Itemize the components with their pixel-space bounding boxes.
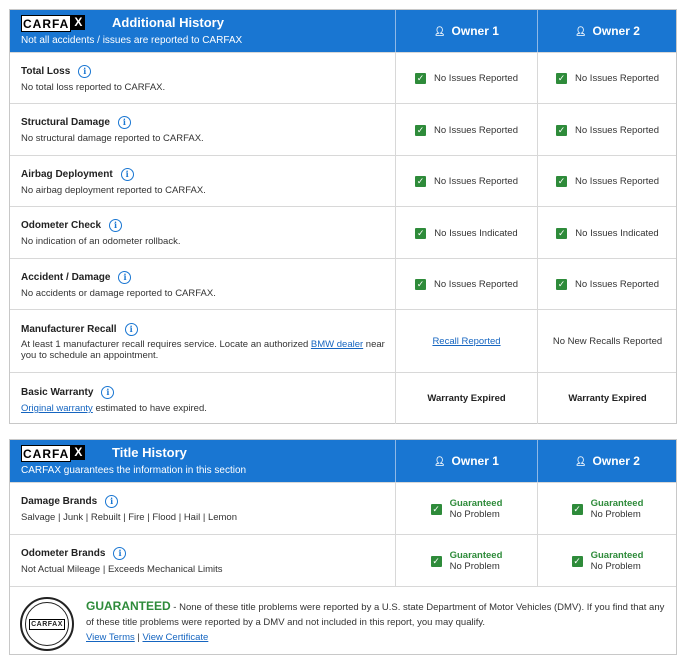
person-icon: 👤︎ bbox=[434, 455, 446, 466]
title-history-section: CARFA X Title History CARFAX guarantees … bbox=[9, 439, 677, 655]
check-icon: ✓ bbox=[556, 279, 568, 290]
table-row: Airbag Deployment i No airbag deployment … bbox=[10, 155, 676, 207]
section-subtitle: CARFAX guarantees the information in thi… bbox=[21, 465, 247, 476]
info-icon[interactable]: i bbox=[113, 547, 127, 560]
additional-history-section: CARFA X Additional History Not all accid… bbox=[9, 9, 677, 424]
table-row: Structural Damage i No structural damage … bbox=[10, 103, 676, 156]
owner-2-header: 👤︎ Owner 2 bbox=[537, 440, 677, 482]
title-history-header: CARFA X Title History CARFAX guarantees … bbox=[10, 440, 676, 482]
person-icon: 👤︎ bbox=[434, 25, 446, 36]
check-icon: ✓ bbox=[415, 227, 427, 239]
info-icon[interactable]: i bbox=[118, 271, 132, 284]
guarantee-footer: CARFAX GUARANTEED - None of these title … bbox=[10, 586, 676, 655]
check-icon: ✓ bbox=[556, 176, 568, 187]
person-icon: 👤︎ bbox=[575, 25, 587, 36]
table-row-warranty: Basic Warranty i Original warranty estima… bbox=[10, 372, 676, 424]
check-icon: ✓ bbox=[571, 503, 583, 515]
original-warranty-link[interactable]: Original warranty bbox=[21, 403, 93, 414]
carfax-logo: CARFA X bbox=[21, 445, 86, 462]
table-row-recall: Manufacturer Recall i At least 1 manufact… bbox=[10, 309, 676, 373]
info-icon[interactable]: i bbox=[109, 219, 123, 232]
recall-reported-link[interactable]: Recall Reported bbox=[432, 336, 500, 347]
guaranteed-label: GUARANTEED bbox=[86, 599, 171, 613]
info-icon[interactable]: i bbox=[124, 323, 138, 336]
check-icon: ✓ bbox=[430, 503, 442, 515]
table-row: Accident / Damage i No accidents or damag… bbox=[10, 258, 676, 310]
table-row: Odometer Brands i Not Actual Mileage | Ex… bbox=[10, 534, 676, 587]
section-subtitle: Not all accidents / issues are reported … bbox=[21, 35, 243, 46]
check-icon: ✓ bbox=[415, 176, 427, 187]
owner-1-header: 👤︎ Owner 1 bbox=[395, 10, 537, 52]
buyback-guarantee-seal: CARFAX bbox=[20, 597, 74, 651]
section-title: Additional History bbox=[112, 15, 224, 30]
bmw-dealer-link[interactable]: BMW dealer bbox=[311, 339, 363, 350]
view-certificate-link[interactable]: View Certificate bbox=[143, 632, 209, 643]
table-row: Total Loss i No total loss reported to CA… bbox=[10, 52, 676, 104]
view-terms-link[interactable]: View Terms bbox=[86, 632, 135, 643]
info-icon[interactable]: i bbox=[117, 116, 131, 129]
info-icon[interactable]: i bbox=[105, 495, 119, 508]
check-icon: ✓ bbox=[430, 555, 442, 567]
check-icon: ✓ bbox=[415, 124, 427, 136]
section-title: Title History bbox=[112, 445, 187, 460]
check-icon: ✓ bbox=[415, 279, 427, 290]
owner-2-header: 👤︎ Owner 2 bbox=[537, 10, 677, 52]
check-icon: ✓ bbox=[571, 555, 583, 567]
check-icon: ✓ bbox=[556, 124, 568, 136]
check-icon: ✓ bbox=[556, 73, 568, 84]
owner-1-header: 👤︎ Owner 1 bbox=[395, 440, 537, 482]
carfax-logo: CARFA X bbox=[21, 15, 86, 32]
person-icon: 👤︎ bbox=[575, 455, 587, 466]
additional-history-header: CARFA X Additional History Not all accid… bbox=[10, 10, 676, 52]
info-icon[interactable]: i bbox=[120, 168, 134, 181]
table-row: Odometer Check i No indication of an odom… bbox=[10, 206, 676, 259]
check-icon: ✓ bbox=[415, 73, 427, 84]
check-icon: ✓ bbox=[556, 227, 568, 239]
info-icon[interactable]: i bbox=[78, 65, 92, 78]
info-icon[interactable]: i bbox=[101, 386, 115, 399]
table-row: Damage Brands i Salvage | Junk | Rebuilt … bbox=[10, 482, 676, 535]
